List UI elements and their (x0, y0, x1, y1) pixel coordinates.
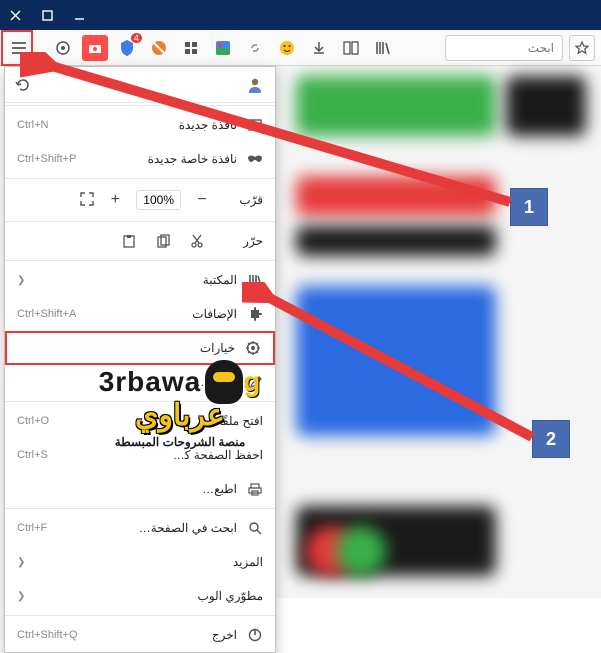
menu-label: المزيد (35, 555, 263, 569)
account-avatar-icon[interactable] (245, 75, 265, 95)
menu-shortcut: Ctrl+S (17, 449, 48, 461)
bookmark-star-icon[interactable] (569, 35, 595, 61)
menu-edit-row: حرّر (5, 224, 275, 258)
menu-addons[interactable]: الإضافات Ctrl+Shift+A (5, 297, 275, 331)
menu-customize[interactable]: خصّص… (5, 365, 275, 399)
update-badge: 4 (131, 33, 142, 43)
menu-label: خصّص… (17, 375, 237, 389)
paint-icon (247, 374, 263, 390)
main-toolbar: 4 (0, 30, 601, 66)
menu-shortcut: Ctrl+Shift+P (17, 153, 76, 165)
chevron-left-icon: ❮ (17, 275, 25, 286)
menu-label: ابحث في الصفحة… (57, 521, 237, 535)
app-menu-panel: نافذة جديدة Ctrl+N نافذة خاصة جديدة Ctrl… (4, 66, 276, 653)
library-books-icon (247, 272, 263, 288)
menu-label: المكتبة (35, 273, 237, 287)
fullscreen-icon[interactable] (78, 192, 94, 208)
menu-new-private-window[interactable]: نافذة خاصة جديدة Ctrl+Shift+P (5, 142, 275, 176)
chevron-left-icon: ❮ (17, 591, 25, 602)
search-input[interactable] (445, 35, 563, 61)
update-shield-icon[interactable]: 4 (114, 35, 140, 61)
search-icon (247, 520, 263, 536)
menu-shortcut: Ctrl+Shift+A (17, 308, 76, 320)
menu-more[interactable]: المزيد ❮ (5, 545, 275, 579)
menu-label: اخرج (88, 628, 237, 642)
menu-label: نافذة جديدة (58, 118, 237, 132)
private-mask-icon (247, 151, 263, 167)
menu-new-window[interactable]: نافذة جديدة Ctrl+N (5, 108, 275, 142)
menu-label: احفظ الصفحة ك‍… (58, 448, 263, 462)
menu-label: اطبع… (17, 482, 237, 496)
hamburger-menu-button[interactable] (6, 35, 32, 61)
menu-label: مطوّري الوب (35, 589, 263, 603)
menu-label: نافذة خاصة جديدة (86, 152, 237, 166)
capture-icon[interactable] (82, 35, 108, 61)
minimize-window-icon[interactable] (72, 8, 86, 22)
page-content-blurred (276, 66, 601, 598)
menu-label: خيارات (19, 341, 235, 355)
menu-shortcut: Ctrl+N (17, 119, 48, 131)
reader-icon[interactable] (338, 35, 364, 61)
print-icon (247, 481, 263, 497)
annotation-callout-2: 2 (532, 420, 570, 458)
link-icon[interactable] (242, 35, 268, 61)
zoom-in-button[interactable]: + (106, 191, 124, 209)
menu-library[interactable]: المكتبة ❮ (5, 263, 275, 297)
menu-print[interactable]: اطبع… (5, 472, 275, 506)
paste-icon[interactable] (121, 233, 137, 249)
zoom-value: 100% (136, 190, 181, 210)
download-icon[interactable] (306, 35, 332, 61)
close-window-icon[interactable] (8, 8, 22, 22)
search-engine-icon[interactable] (210, 35, 236, 61)
zoom-label: قرّب (223, 193, 263, 207)
exit-icon (247, 627, 263, 643)
noscript-icon[interactable] (146, 35, 172, 61)
menu-shortcut: Ctrl+F (17, 522, 47, 534)
library-icon[interactable] (370, 35, 396, 61)
menu-label: الإضافات (86, 307, 237, 321)
chevron-left-icon: ❮ (17, 557, 25, 568)
copy-icon[interactable] (155, 233, 171, 249)
window-titlebar (0, 0, 601, 30)
annotation-callout-1: 1 (510, 188, 548, 226)
apps-grid-icon[interactable] (178, 35, 204, 61)
menu-open-file[interactable]: افتح ملفًا… Ctrl+O (5, 404, 275, 438)
emoji-icon[interactable] (274, 35, 300, 61)
menu-webdev[interactable]: مطوّري الوب ❮ (5, 579, 275, 613)
gear-icon (245, 340, 261, 356)
menu-options[interactable]: خيارات (5, 331, 275, 365)
window-icon (247, 117, 263, 133)
cut-icon[interactable] (189, 233, 205, 249)
menu-shortcut: Ctrl+O (17, 415, 49, 427)
zoom-out-button[interactable]: − (193, 191, 211, 209)
menu-header (5, 67, 275, 103)
maximize-window-icon[interactable] (40, 8, 54, 22)
puzzle-icon (247, 306, 263, 322)
menu-shortcut: Ctrl+Shift+Q (17, 629, 78, 641)
menu-find[interactable]: ابحث في الصفحة… Ctrl+F (5, 511, 275, 545)
menu-label: افتح ملفًا… (59, 414, 263, 428)
settings-gear-icon[interactable] (50, 35, 76, 61)
menu-exit[interactable]: اخرج Ctrl+Shift+Q (5, 618, 275, 652)
menu-zoom-row: قرّب − 100% + (5, 181, 275, 219)
edit-label: حرّر (223, 234, 263, 248)
sync-refresh-icon[interactable] (15, 77, 31, 93)
menu-save-page[interactable]: احفظ الصفحة ك‍… Ctrl+S (5, 438, 275, 472)
